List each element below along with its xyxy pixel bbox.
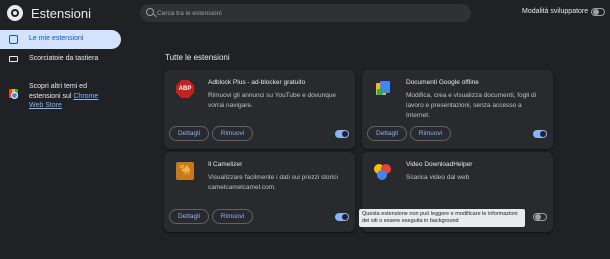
sidebar-item-label: Scorciatoie da tastiera [29, 55, 99, 62]
icon-dot [377, 170, 387, 180]
icon-layer [377, 89, 383, 95]
details-button[interactable]: Dettagli [169, 126, 209, 141]
extension-card-camelizer: 🐪 Il Camelizer Visualizzare facilmente i… [164, 152, 355, 232]
developer-mode-label: Modalità sviluppatore [522, 8, 589, 15]
extension-description: Rimuovi gli annunci su YouTube e dovunqu… [208, 92, 337, 109]
details-button[interactable]: Dettagli [169, 209, 209, 224]
extension-description: Visualizzare facilmente i dati sui prezz… [208, 174, 338, 191]
extension-description: Modifica, crea e visualizza documenti, f… [406, 92, 537, 119]
developer-mode-toggle[interactable] [591, 8, 605, 16]
toggle-knob [540, 131, 546, 137]
puzzle-icon [9, 35, 18, 44]
remove-button[interactable]: Rimuovi [212, 126, 253, 141]
remove-button[interactable]: Rimuovi [410, 126, 451, 141]
toggle-knob [535, 214, 541, 220]
extension-name: Video DownloadHelper [406, 161, 473, 168]
top-bar: Estensioni Modalità sviluppatore [0, 0, 610, 27]
toggle-knob [342, 214, 348, 220]
extension-name: Adblock Plus - ad-blocker gratuito [208, 79, 306, 86]
extension-name: Documenti Google offline [406, 79, 479, 86]
search-icon [146, 8, 154, 16]
google-docs-offline-icon [374, 80, 392, 98]
extension-toggle[interactable] [335, 130, 349, 138]
adblock-plus-icon: ABP [176, 80, 194, 98]
page-title: Estensioni [31, 6, 91, 21]
extension-card-adblock-plus: ABP Adblock Plus - ad-blocker gratuito R… [164, 70, 355, 149]
sidebar-item-label: Le mie estensioni [29, 35, 84, 42]
extension-card-google-docs-offline: Documenti Google offline Modifica, crea … [362, 70, 553, 149]
toggle-knob [593, 9, 599, 15]
toggle-knob [342, 131, 348, 137]
extension-name: Il Camelizer [208, 161, 243, 168]
keyboard-icon [9, 56, 18, 62]
extension-description: Scarica video dal web [406, 174, 470, 181]
section-title: Tutte le estensioni [165, 53, 230, 62]
store-promo-text: Scopri altri temi ed estensioni sul Chro… [29, 82, 109, 111]
extension-toggle[interactable] [533, 213, 547, 221]
details-button[interactable]: Dettagli [367, 126, 407, 141]
sidebar-item-keyboard-shortcuts[interactable]: Scorciatoie da tastiera [0, 50, 121, 69]
permission-tooltip: Questa estensione non può leggere e modi… [359, 209, 525, 227]
sidebar-item-my-extensions[interactable]: Le mie estensioni [0, 30, 121, 49]
extension-toggle[interactable] [533, 130, 547, 138]
remove-button[interactable]: Rimuovi [212, 209, 253, 224]
chrome-web-store-icon [9, 89, 18, 99]
camelizer-icon: 🐪 [176, 162, 194, 180]
chrome-logo-icon [7, 5, 23, 21]
video-downloadhelper-icon [374, 162, 392, 180]
extension-toggle[interactable] [335, 213, 349, 221]
search-input[interactable] [157, 4, 457, 22]
search-box[interactable] [140, 4, 471, 22]
